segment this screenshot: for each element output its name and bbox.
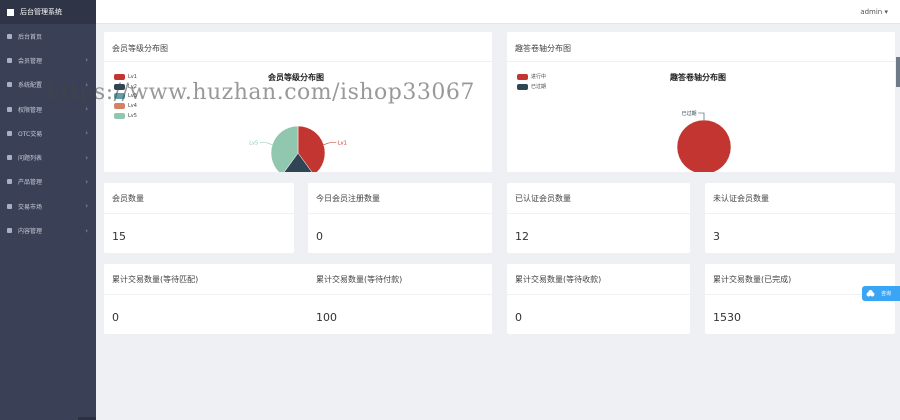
sidebar: 后台管理系统 后台首页 会员管理 › 系统配置 › 权限管理 › OTC交易 › 问题列… <box>0 0 96 420</box>
sidebar-item-questions[interactable]: 问题列表 › <box>0 145 96 169</box>
stat-value: 1530 <box>713 311 741 324</box>
stat-label: 累计交易数量(已完成) <box>713 275 792 284</box>
stat-value: 12 <box>515 230 529 243</box>
brand[interactable]: 后台管理系统 <box>0 0 96 24</box>
home-icon <box>7 33 12 39</box>
stat-label: 今日会员注册数量 <box>316 194 380 203</box>
grid-icon <box>7 179 12 185</box>
stat-value: 0 <box>515 311 522 324</box>
divider <box>507 213 690 214</box>
divider <box>705 213 895 214</box>
stat-card-unverified-members: 未认证会员数量 3 <box>705 183 895 253</box>
stat-value: 0 <box>316 230 323 243</box>
pie-label: 已过期 <box>681 110 696 117</box>
scroll-handle[interactable] <box>896 57 900 87</box>
stat-label: 未认证会员数量 <box>713 194 769 203</box>
chevron-right-icon: › <box>85 153 88 162</box>
stat-label: 已认证会员数量 <box>515 194 571 203</box>
top-bar: admin ▾ <box>96 0 900 24</box>
user-menu[interactable]: admin ▾ <box>860 8 888 16</box>
pie-label-line <box>259 142 273 145</box>
sidebar-item-label: 问题列表 <box>18 155 43 163</box>
consult-label: 咨询 <box>881 291 892 297</box>
stat-card-today-registrations: 今日会员注册数量 0 <box>308 183 492 253</box>
sidebar-item-label: 会员管理 <box>18 57 43 65</box>
chat-cloud-icon <box>866 289 875 297</box>
chevron-right-icon: › <box>85 226 88 235</box>
chevron-right-icon: › <box>85 202 88 211</box>
divider <box>308 213 492 214</box>
stat-label: 累计交易数量(等待匹配) <box>112 275 199 284</box>
sidebar-item-label: 内容管理 <box>18 228 43 236</box>
chevron-right-icon: › <box>85 56 88 65</box>
username: admin <box>860 7 883 16</box>
sidebar-item-home[interactable]: 后台首页 <box>0 24 96 48</box>
sidebar-item-label: OTC交易 <box>18 130 43 138</box>
grid-icon <box>7 155 12 161</box>
pie-slice[interactable] <box>676 119 732 172</box>
stat-value: 15 <box>112 230 126 243</box>
chevron-right-icon: › <box>85 177 88 186</box>
stat-value: 100 <box>316 311 337 324</box>
consult-button[interactable]: 咨询 <box>862 286 900 301</box>
pie-label-line <box>323 142 337 145</box>
sidebar-item-label: 交易市场 <box>18 203 43 211</box>
pie-label: Lv1 <box>338 140 347 146</box>
sidebar-item-content[interactable]: 内容管理 › <box>0 218 96 242</box>
trade-pie-chart: 进行中已过期 <box>676 110 732 172</box>
trade-chart-panel: 趣答卷轴分布图 进行中 已过期 趣答卷轴分布图 进行中已过期 <box>507 32 895 172</box>
sidebar-item-products[interactable]: 产品管理 › <box>0 170 96 194</box>
chevron-right-icon: › <box>85 105 88 114</box>
gear-icon <box>7 82 12 88</box>
stat-card-members: 会员数量 15 <box>104 183 294 253</box>
stat-label: 会员数量 <box>112 194 144 203</box>
sidebar-item-label: 产品管理 <box>18 179 43 187</box>
stat-card-trades-awaiting-receipt: 累计交易数量(等待收款) 0 <box>507 264 690 334</box>
sidebar-item-market[interactable]: 交易市场 › <box>0 194 96 218</box>
chevron-right-icon: › <box>85 129 88 138</box>
sidebar-item-label: 权限管理 <box>18 106 43 114</box>
stat-label: 累计交易数量(等待收款) <box>515 275 602 284</box>
sidebar-item-label: 后台首页 <box>18 33 43 41</box>
sidebar-item-otc[interactable]: OTC交易 › <box>0 121 96 145</box>
stat-card-verified-members: 已认证会员数量 12 <box>507 183 690 253</box>
user-icon <box>7 57 12 63</box>
pie-label: Lv5 <box>249 140 258 146</box>
pie-label-line <box>698 112 705 120</box>
lock-icon <box>7 106 12 112</box>
stat-value: 3 <box>713 230 720 243</box>
grid-icon <box>7 130 12 136</box>
stat-label: 累计交易数量(等待付款) <box>316 275 403 284</box>
list-icon <box>7 203 12 209</box>
brand-title: 后台管理系统 <box>20 8 62 16</box>
grid-icon <box>7 228 12 234</box>
divider <box>507 294 690 295</box>
stat-value: 0 <box>112 311 119 324</box>
caret-down-icon: ▾ <box>884 7 888 16</box>
stat-card-trades-awaiting-payment: 累计交易数量(等待付款) 100 <box>308 264 492 334</box>
sidebar-item-members[interactable]: 会员管理 › <box>0 48 96 72</box>
divider <box>104 213 294 214</box>
divider <box>308 294 492 295</box>
watermark: https://www.huzhan.com/ishop33067 <box>46 80 475 105</box>
brand-icon <box>7 8 14 16</box>
